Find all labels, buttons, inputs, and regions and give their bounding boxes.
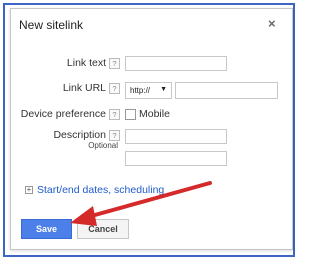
arrow-shaft bbox=[82, 181, 212, 220]
arrow-head bbox=[70, 206, 97, 226]
annotation-arrow bbox=[70, 181, 212, 226]
